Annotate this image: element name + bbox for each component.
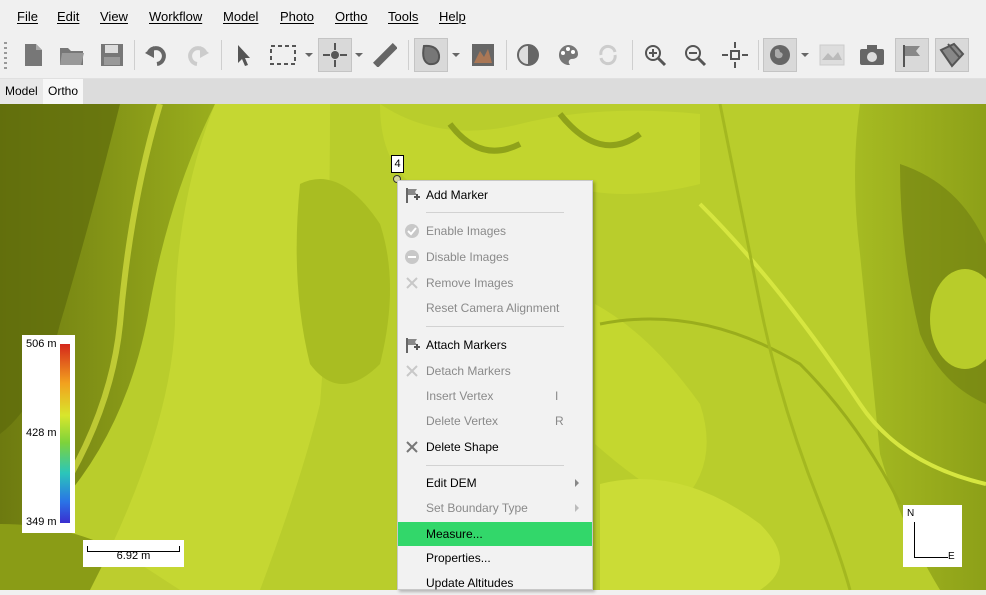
- fit-view-icon[interactable]: [718, 38, 752, 72]
- marker-label: 4: [391, 155, 404, 173]
- save-icon[interactable]: [95, 38, 129, 72]
- legend-max: 506 m: [26, 338, 57, 350]
- reset-rotate-icon[interactable]: [591, 38, 625, 72]
- globe-icon[interactable]: [763, 38, 797, 72]
- shape-icon[interactable]: [935, 38, 969, 72]
- minus-circle-icon: [405, 250, 419, 264]
- menu-edit[interactable]: Edit: [57, 9, 79, 24]
- attach-marker-icon: [406, 338, 420, 353]
- context-menu: Add Marker Enable Images Disable Images …: [397, 180, 593, 590]
- legend-mid: 428 m: [26, 427, 57, 439]
- detach-x-icon: [406, 365, 418, 377]
- draw-polygon-icon[interactable]: [414, 38, 448, 72]
- zoom-in-icon[interactable]: [638, 38, 672, 72]
- zoom-out-icon[interactable]: [678, 38, 712, 72]
- scale-label: 6.92 m: [116, 550, 151, 562]
- menu-item-add-marker[interactable]: Add Marker: [398, 183, 592, 207]
- menu-item-detach-markers[interactable]: Detach Markers: [398, 359, 592, 383]
- menu-item-measure[interactable]: Measure...: [398, 522, 592, 546]
- menu-item-reset-camera-alignment[interactable]: Reset Camera Alignment: [398, 296, 592, 320]
- marker-flag-icon[interactable]: [895, 38, 929, 72]
- legend-color-ramp: [60, 344, 70, 523]
- toolbar-grip[interactable]: [4, 42, 7, 70]
- elevation-legend: 506 m 428 m 349 m: [22, 335, 75, 533]
- shortcut-delete-vertex: R: [555, 414, 564, 428]
- submenu-arrow-icon: [575, 479, 579, 487]
- ruler-icon[interactable]: [368, 38, 402, 72]
- orthomosaic-icon[interactable]: [815, 38, 849, 72]
- undo-icon[interactable]: [140, 38, 174, 72]
- menu-item-delete-shape[interactable]: Delete Shape: [398, 435, 592, 459]
- menu-item-update-altitudes[interactable]: Update Altitudes: [398, 571, 592, 595]
- tab-model[interactable]: Model: [0, 79, 43, 104]
- check-circle-icon: [405, 224, 419, 238]
- submenu-arrow-icon: [575, 504, 579, 512]
- menu-bar: File Edit View Workflow Model Photo Orth…: [0, 0, 986, 34]
- tab-bar: Model Ortho: [0, 79, 986, 104]
- select-pointer-icon[interactable]: [226, 38, 260, 72]
- compass-north: N: [907, 508, 915, 519]
- redo-icon[interactable]: [180, 38, 214, 72]
- menu-item-properties[interactable]: Properties...: [398, 546, 592, 570]
- shading-icon[interactable]: [511, 38, 545, 72]
- new-file-icon[interactable]: [16, 38, 50, 72]
- compass: N E: [903, 505, 962, 567]
- add-marker-icon: [406, 188, 420, 203]
- menu-item-delete-vertex[interactable]: Delete Vertex R: [398, 409, 592, 433]
- menu-tools[interactable]: Tools: [388, 9, 418, 24]
- tab-ortho[interactable]: Ortho: [43, 79, 84, 104]
- color-palette-icon[interactable]: [551, 38, 585, 72]
- menu-ortho[interactable]: Ortho: [335, 9, 368, 24]
- menu-item-remove-images[interactable]: Remove Images: [398, 271, 592, 295]
- shortcut-insert-vertex: I: [555, 389, 559, 403]
- menu-item-insert-vertex[interactable]: Insert Vertex I: [398, 384, 592, 408]
- open-folder-icon[interactable]: [55, 38, 89, 72]
- legend-min: 349 m: [26, 516, 57, 528]
- navigation-icon[interactable]: [318, 38, 352, 72]
- scale-bar: 6.92 m: [83, 540, 184, 567]
- menu-item-attach-markers[interactable]: Attach Markers: [398, 333, 592, 357]
- menu-item-enable-images[interactable]: Enable Images: [398, 219, 592, 243]
- menu-item-disable-images[interactable]: Disable Images: [398, 245, 592, 269]
- camera-icon[interactable]: [855, 38, 889, 72]
- remove-x-icon: [406, 277, 418, 289]
- menu-file[interactable]: File: [17, 9, 38, 24]
- menu-item-set-boundary-type[interactable]: Set Boundary Type: [398, 496, 592, 520]
- compass-east: E: [948, 551, 955, 562]
- menu-view[interactable]: View: [100, 9, 128, 24]
- rectangle-selection-icon[interactable]: [266, 38, 300, 72]
- menu-help[interactable]: Help: [439, 9, 466, 24]
- delete-x-icon: [406, 441, 418, 453]
- menu-model[interactable]: Model: [223, 9, 258, 24]
- menu-item-edit-dem[interactable]: Edit DEM: [398, 471, 592, 495]
- dem-view-icon[interactable]: [466, 38, 500, 72]
- toolbar: [0, 34, 986, 79]
- menu-photo[interactable]: Photo: [280, 9, 314, 24]
- menu-workflow[interactable]: Workflow: [149, 9, 202, 24]
